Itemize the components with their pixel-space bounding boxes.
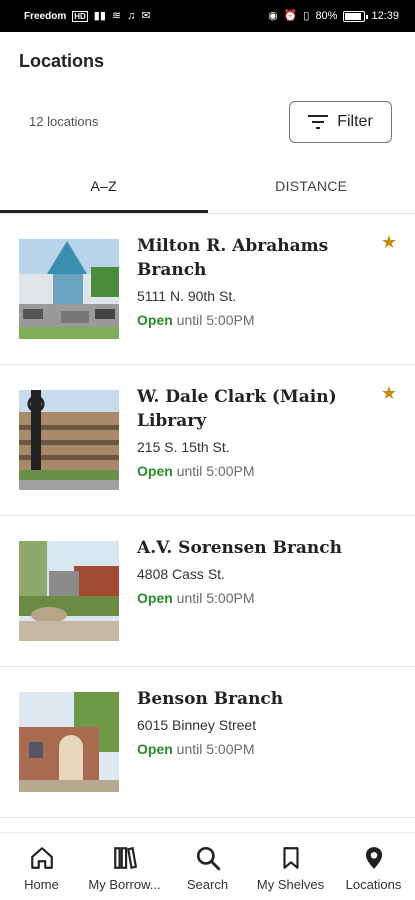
carrier-name: Freedom <box>24 10 67 22</box>
hours-text: until 5:00PM <box>172 741 255 757</box>
location-name: W. Dale Clark (Main) Library <box>137 387 337 431</box>
location-pin-icon <box>365 847 382 869</box>
nav-my-borrowing-label: My Borrow... <box>88 877 161 892</box>
location-hours: Open until 5:00PM <box>137 741 255 757</box>
open-status: Open <box>137 312 173 328</box>
open-status: Open <box>137 741 173 757</box>
vibrate-icon: ▯ <box>303 9 310 22</box>
music-icon: ♫ <box>127 9 136 22</box>
sort-tabs: A–Z DISTANCE <box>0 166 415 214</box>
nav-my-shelves[interactable]: My Shelves <box>249 833 332 900</box>
bookmark-icon <box>282 847 299 869</box>
location-photo <box>19 692 119 792</box>
clock: 12:39 <box>371 9 399 22</box>
location-address: 215 S. 15th St. <box>137 439 230 455</box>
alarm-icon: ⏰ <box>283 9 298 22</box>
page-title: Locations <box>19 51 105 71</box>
battery-icon <box>343 10 369 22</box>
status-left: Freedom HD ▮▮ ≋ ♫ ✉ <box>24 9 151 22</box>
filter-label: Filter <box>337 113 373 130</box>
hours-text: until 5:00PM <box>172 463 255 479</box>
locations-count: 12 locations <box>29 114 99 129</box>
nav-locations[interactable]: Locations <box>332 833 415 900</box>
message-icon: ✉ <box>141 9 151 22</box>
open-status: Open <box>137 590 173 606</box>
carrier-badge: HD <box>72 10 88 22</box>
filter-icon <box>308 115 329 129</box>
hours-text: until 5:00PM <box>172 312 255 328</box>
eye-icon: ◉ <box>268 9 278 22</box>
locations-list: Milton R. Abrahams Branch 5111 N. 90th S… <box>0 214 415 818</box>
location-hours: Open until 5:00PM <box>137 312 255 328</box>
nav-my-borrowing[interactable]: My Borrow... <box>83 833 166 900</box>
tab-a-z[interactable]: A–Z <box>0 166 208 213</box>
signal-icon: ▮▮ <box>93 9 106 22</box>
nav-search[interactable]: Search <box>166 833 249 900</box>
filter-button[interactable]: Filter <box>289 101 392 143</box>
status-bar: Freedom HD ▮▮ ≋ ♫ ✉ ◉ ⏰ ▯ 80% 12:39 <box>0 0 415 32</box>
location-address: 6015 Binney Street <box>137 717 257 733</box>
nav-home-label: Home <box>24 877 59 892</box>
location-photo <box>19 239 119 339</box>
location-photo <box>19 390 119 490</box>
nav-home[interactable]: Home <box>0 833 83 900</box>
location-card-a-v-sorensen[interactable]: A.V. Sorensen Branch 4808 Cass St. Open … <box>0 516 415 667</box>
nav-locations-label: Locations <box>345 877 402 892</box>
wifi-icon: ≋ <box>111 9 122 22</box>
location-card-w-dale-clark[interactable]: W. Dale Clark (Main) Library 215 S. 15th… <box>0 365 415 516</box>
location-address: 5111 N. 90th St. <box>137 288 237 304</box>
location-hours: Open until 5:00PM <box>137 590 255 606</box>
location-photo <box>19 541 119 641</box>
favorite-star-icon[interactable]: ★ <box>381 232 397 253</box>
search-icon <box>196 846 220 871</box>
nav-my-shelves-label: My Shelves <box>256 877 325 892</box>
battery-percent: 80% <box>315 9 338 22</box>
bottom-nav: Home My Borrow... Search My Shelves Loca… <box>0 832 415 900</box>
tab-distance[interactable]: DISTANCE <box>208 166 415 213</box>
location-card-milton-r-abrahams[interactable]: Milton R. Abrahams Branch 5111 N. 90th S… <box>0 214 415 365</box>
favorite-star-icon[interactable]: ★ <box>381 383 397 404</box>
location-card-benson[interactable]: Benson Branch 6015 Binney Street Open un… <box>0 667 415 818</box>
nav-search-label: Search <box>186 877 229 892</box>
location-name: Benson Branch <box>137 689 284 709</box>
books-icon <box>113 846 137 870</box>
location-address: 4808 Cass St. <box>137 566 225 582</box>
status-right: ◉ ⏰ ▯ 80% 12:39 <box>268 9 399 22</box>
location-name: A.V. Sorensen Branch <box>137 538 342 558</box>
location-name: Milton R. Abrahams Branch <box>137 236 329 280</box>
location-hours: Open until 5:00PM <box>137 463 255 479</box>
hours-text: until 5:00PM <box>172 590 255 606</box>
open-status: Open <box>137 463 173 479</box>
home-icon <box>30 847 53 869</box>
